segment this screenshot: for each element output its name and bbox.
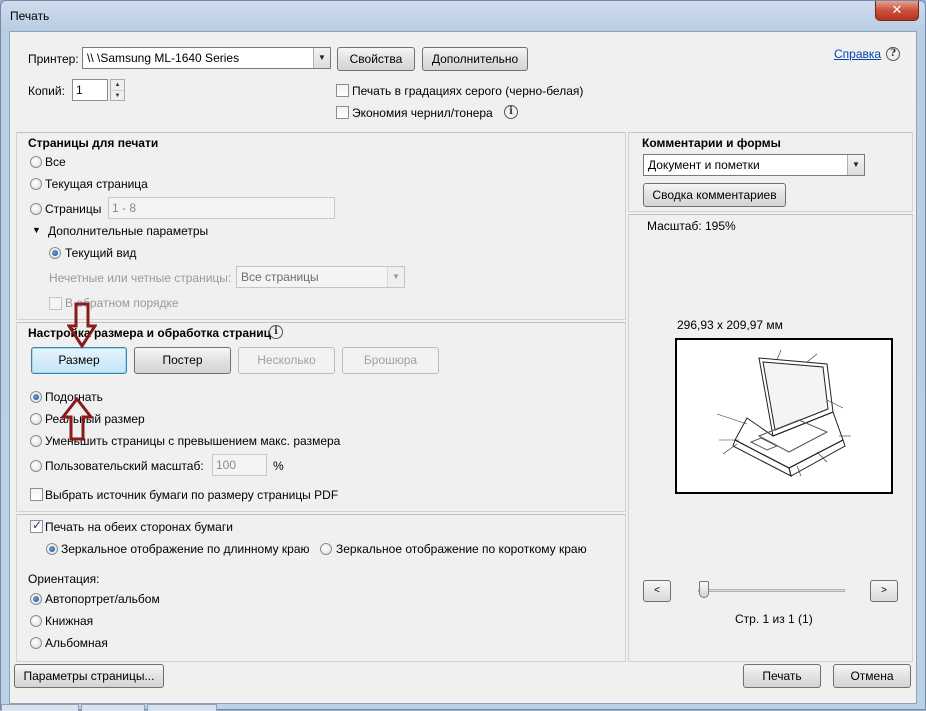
size-button[interactable]: Размер: [31, 347, 127, 374]
advanced-button[interactable]: Дополнительно: [422, 47, 528, 71]
arrow-up-icon: [61, 397, 93, 441]
orientation-portrait-label: Книжная: [45, 614, 94, 628]
actual-size-label: Реальный размер: [45, 412, 145, 426]
save-ink-checkbox[interactable]: [336, 106, 349, 119]
page-slider-thumb[interactable]: [699, 581, 709, 598]
more-options-toggle[interactable]: Дополнительные параметры: [48, 224, 208, 238]
printer-select[interactable]: \\ \Samsung ML-1640 Series ▼: [82, 47, 331, 69]
preview-dimensions: 296,93 x 209,97 мм: [677, 318, 783, 332]
pages-current-radio[interactable]: [30, 178, 42, 190]
flip-short-label: Зеркальное отображение по короткому краю: [336, 542, 587, 556]
odd-even-select[interactable]: Все страницы ▼: [236, 266, 405, 288]
comments-select[interactable]: Документ и пометки ▼: [643, 154, 865, 176]
dialog-client-area: Принтер: \\ \Samsung ML-1640 Series ▼ Св…: [9, 31, 917, 704]
copies-stepper[interactable]: ▲ ▼: [110, 79, 125, 101]
stepper-up-icon[interactable]: ▲: [111, 80, 124, 90]
custom-scale-input[interactable]: 100: [212, 454, 267, 476]
percent-label: %: [273, 459, 284, 473]
flip-long-radio[interactable]: [46, 543, 58, 555]
orientation-title: Ориентация:: [28, 572, 100, 586]
summarize-comments-button[interactable]: Сводка комментариев: [643, 183, 786, 207]
stepper-down-icon[interactable]: ▼: [111, 90, 124, 100]
paper-source-checkbox[interactable]: [30, 488, 43, 501]
actual-size-radio[interactable]: [30, 413, 42, 425]
pages-range-label: Страницы: [45, 202, 102, 216]
title-bar[interactable]: Печать ✕: [1, 1, 925, 31]
flip-short-radio[interactable]: [320, 543, 332, 555]
orientation-auto-label: Автопортрет/альбом: [45, 592, 160, 606]
help-link[interactable]: Справка: [834, 47, 881, 61]
custom-scale-label: Пользовательский масштаб:: [45, 459, 204, 473]
preview-scale: Масштаб: 195%: [647, 219, 736, 233]
page-slider-track[interactable]: [698, 589, 845, 592]
comments-select-value: Документ и пометки: [648, 158, 760, 172]
both-sides-checkbox[interactable]: [30, 518, 43, 533]
multiple-button[interactable]: Несколько: [238, 347, 335, 374]
paper-source-label: Выбрать источник бумаги по размеру стран…: [45, 488, 339, 502]
arrow-down-icon: [67, 302, 97, 348]
page-info: Стр. 1 из 1 (1): [735, 612, 813, 626]
pages-range-input[interactable]: 1 - 8: [108, 197, 335, 219]
help-icon[interactable]: ?: [886, 47, 900, 61]
current-view-radio[interactable]: [49, 247, 61, 259]
triangle-down-icon[interactable]: ▼: [32, 225, 41, 235]
reverse-order-checkbox[interactable]: [49, 297, 62, 310]
pages-section-title: Страницы для печати: [28, 136, 159, 150]
custom-scale-radio[interactable]: [30, 460, 42, 472]
laptop-diagram-image: [716, 349, 851, 477]
printer-select-value: \\ \Samsung ML-1640 Series: [87, 51, 240, 65]
shrink-radio[interactable]: [30, 435, 42, 447]
pages-all-label: Все: [45, 155, 66, 169]
close-button[interactable]: ✕: [875, 1, 919, 21]
pages-range-radio[interactable]: [30, 203, 42, 215]
flip-long-label: Зеркальное отображение по длинному краю: [61, 542, 310, 556]
odd-even-label: Нечетные или четные страницы:: [49, 271, 232, 285]
fit-radio[interactable]: [30, 391, 42, 403]
chevron-down-icon[interactable]: ▼: [387, 267, 404, 287]
sizing-section-title: Настройка размера и обработка страниц: [28, 326, 271, 340]
odd-even-select-value: Все страницы: [241, 270, 319, 284]
orientation-portrait-radio[interactable]: [30, 615, 42, 627]
page-setup-button[interactable]: Параметры страницы...: [14, 664, 164, 688]
save-ink-label: Экономия чернил/тонера: [352, 106, 493, 120]
info-icon[interactable]: i: [269, 325, 283, 339]
orientation-auto-radio[interactable]: [30, 593, 42, 605]
print-button[interactable]: Печать: [743, 664, 821, 688]
orientation-landscape-label: Альбомная: [45, 636, 108, 650]
copies-input[interactable]: 1: [72, 79, 108, 101]
chevron-down-icon[interactable]: ▼: [313, 48, 330, 68]
pages-current-label: Текущая страница: [45, 177, 148, 191]
print-dialog-window: Печать ✕ Принтер: \\ \Samsung ML-1640 Se…: [0, 0, 926, 711]
cancel-button[interactable]: Отмена: [833, 664, 911, 688]
next-page-button[interactable]: >: [870, 580, 898, 602]
pages-all-radio[interactable]: [30, 156, 42, 168]
comments-section-title: Комментарии и формы: [642, 136, 781, 150]
booklet-button[interactable]: Брошюра: [342, 347, 439, 374]
copies-label: Копий:: [28, 84, 65, 98]
poster-button[interactable]: Постер: [134, 347, 231, 374]
grayscale-label: Печать в градациях серого (черно-белая): [352, 84, 584, 98]
current-view-label: Текущий вид: [65, 246, 137, 260]
printer-label: Принтер:: [28, 52, 79, 66]
chevron-down-icon[interactable]: ▼: [847, 155, 864, 175]
both-sides-label: Печать на обеих сторонах бумаги: [45, 520, 233, 534]
info-icon[interactable]: i: [504, 105, 518, 119]
grayscale-checkbox[interactable]: [336, 84, 349, 97]
preview-page: [675, 338, 893, 494]
orientation-landscape-radio[interactable]: [30, 637, 42, 649]
properties-button[interactable]: Свойства: [337, 47, 415, 71]
prev-page-button[interactable]: <: [643, 580, 671, 602]
window-title: Печать: [10, 9, 50, 23]
